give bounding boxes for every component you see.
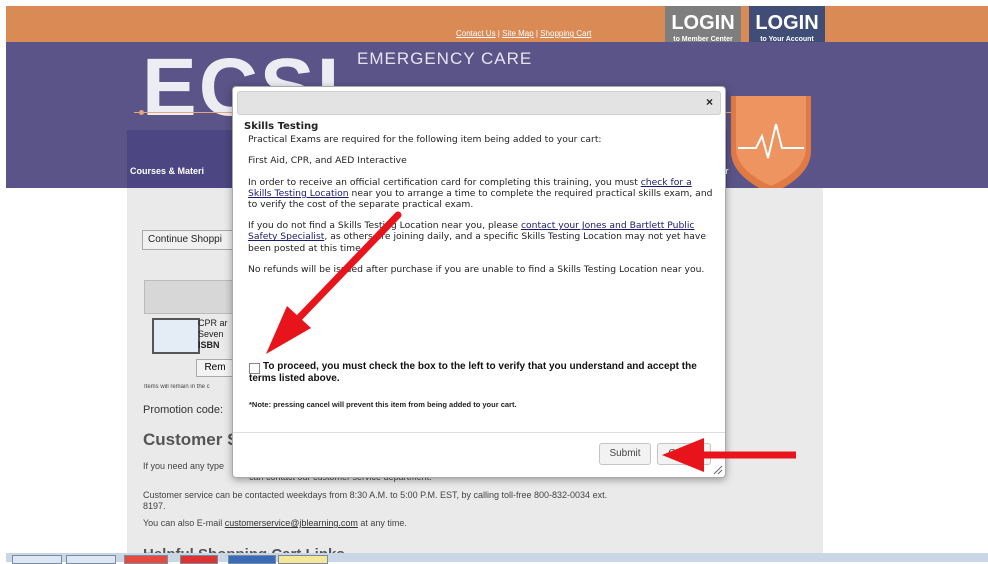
dialog-divider [233,432,725,433]
taskbar-notes-icon[interactable] [278,555,328,564]
skills-testing-dialog: × Skills Testing Practical Exams are req… [232,86,726,478]
taskbar-explorer-icon[interactable] [12,555,62,564]
customer-service-email-link[interactable]: customerservice@jblearning.com [225,518,358,528]
login-account-label: LOGIN [755,12,819,34]
customer-service-text-1: If you need any type [143,461,225,471]
cart-table-header [144,280,236,314]
customer-service-heading: Customer S [143,430,239,449]
dialog-intro-text: Practical Exams are required for the fol… [248,134,602,146]
cart-item-info: CPR ar Seven ISBN [198,318,228,351]
taskbar-chrome-icon[interactable] [124,555,168,564]
cart-item-thumbnail[interactable] [152,318,200,354]
heart-shield-logo-icon [731,96,811,194]
dialog-body: Skills Testing Practical Exams are requi… [244,121,714,285]
promotion-code-label: Promotion code: [143,404,224,416]
nav-dot [139,110,144,115]
contact-us-link[interactable]: Contact Us [456,29,496,38]
customer-service-hours-text: Customer service can be contacted weekda… [143,490,608,511]
submit-button[interactable]: Submit [599,443,651,465]
dialog-contact-text: If you do not find a Skills Testing Loca… [244,220,714,254]
verify-terms-checkbox[interactable] [249,363,260,374]
verify-terms-row: To proceed, you must check the box to th… [249,361,709,385]
remove-item-button[interactable]: Rem [196,359,234,377]
cancel-note: *Note: pressing cancel will prevent this… [249,400,517,409]
contact-text-before: If you do not find a Skills Testing Loca… [248,220,521,232]
dialog-title: Skills Testing [244,121,319,132]
continue-shopping-button[interactable]: Continue Shoppi [142,230,237,250]
dialog-titlebar[interactable]: × [237,91,721,115]
dialog-item-name: First Aid, CPR, and AED Interactive [248,155,407,167]
customer-service-email-text: You can also E-mail customerservice@jble… [143,518,407,529]
cart-item-isbn: ISBN [198,340,220,350]
dialog-certification-text: In order to receive an official certific… [244,177,714,211]
email-text-after: at any time. [357,518,407,528]
email-text-before: You can also E-mail [143,518,225,528]
cancel-button[interactable]: Cancel [657,443,711,465]
taskbar-pdf-icon[interactable] [180,555,218,564]
site-tagline: EMERGENCY CARE [357,49,533,68]
resize-grip-icon[interactable] [713,465,723,475]
nav-courses-materials[interactable]: Courses & Materi [130,166,204,176]
close-icon[interactable]: × [706,95,713,109]
top-links: Contact Us | Site Map | Shopping Cart [456,29,591,38]
cart-item-subtitle: Seven [198,329,224,339]
site-map-link[interactable]: Site Map [502,29,534,38]
taskbar-app-icon[interactable] [66,555,116,564]
cart-item-title: CPR ar [198,318,228,328]
shopping-cart-link[interactable]: Shopping Cart [540,29,591,38]
verify-terms-label[interactable]: To proceed, you must check the box to th… [249,361,709,385]
certification-text-before: In order to receive an official certific… [248,176,641,188]
dialog-refund-text: No refunds will be issued after purchase… [248,263,705,275]
login-member-label: LOGIN [671,12,735,34]
taskbar-word-icon[interactable] [228,555,276,564]
items-note: Items will remain in the c [144,384,210,390]
